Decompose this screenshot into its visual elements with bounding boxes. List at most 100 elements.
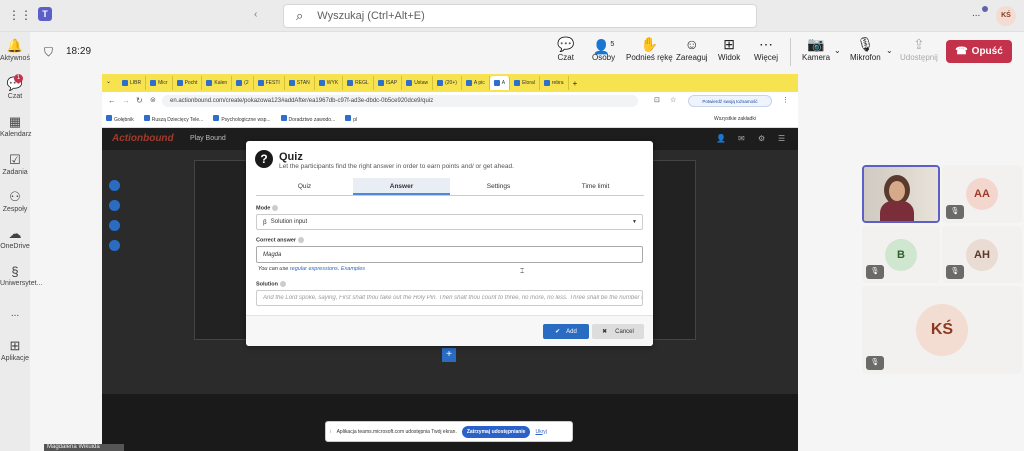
tab-search-icon[interactable]: ⌄: [106, 78, 111, 85]
browser-tab[interactable]: LIBR: [118, 76, 147, 90]
correct-answer-input[interactable]: Magda: [256, 246, 643, 263]
rail-item-apps[interactable]: ⊞ Aplikacje: [0, 338, 30, 362]
tool-circle-icon[interactable]: [109, 220, 120, 231]
browser-tab[interactable]: WYK: [315, 76, 344, 90]
reload-icon[interactable]: ↻: [136, 96, 143, 105]
search-input[interactable]: ⌕ Wyszukaj (Ctrl+Alt+E): [283, 4, 757, 28]
mode-select[interactable]: ꞵ Solution input ▼: [256, 214, 643, 230]
tab-time-limit[interactable]: Time limit: [547, 178, 644, 195]
participant-tile-self[interactable]: KŚ 🎙: [862, 286, 1022, 374]
people-button[interactable]: 👤5 Osoby: [592, 36, 615, 62]
chat-button[interactable]: 💬 Czat: [557, 36, 574, 62]
raise-hand-button[interactable]: ✋ Podnieś rękę: [626, 36, 673, 62]
tab-quiz[interactable]: Quiz: [256, 178, 353, 195]
add-element-icon[interactable]: +: [442, 348, 456, 362]
browser-tab[interactable]: ISAP: [374, 76, 403, 90]
browser-tab[interactable]: STAN: [285, 76, 315, 90]
browser-tab[interactable]: (20+): [433, 76, 462, 90]
bookmark-item[interactable]: Doradztwo zawodo...: [280, 114, 335, 123]
react-button[interactable]: ☺ Zareaguj: [676, 36, 708, 62]
participant-tile-aa[interactable]: AA 🎙: [942, 165, 1022, 223]
site-info-icon[interactable]: ⊜: [150, 96, 156, 104]
user-icon[interactable]: 👤: [716, 134, 726, 143]
more-options-icon[interactable]: ...: [972, 8, 980, 19]
phone-hangup-icon: ☎: [955, 46, 968, 57]
tab-answer[interactable]: Answer: [353, 178, 450, 195]
browser-tab[interactable]: Kalen: [202, 76, 233, 90]
browser-tab[interactable]: REGL: [343, 76, 374, 90]
rail-item-calendar[interactable]: ▦ Kalendarz: [0, 114, 32, 138]
bookmark-item[interactable]: Gołębnik: [106, 114, 134, 123]
info-icon[interactable]: [280, 281, 286, 287]
cancel-button[interactable]: ✖ Cancel: [592, 324, 644, 339]
leave-button[interactable]: ☎ Opuść: [946, 40, 1012, 63]
participant-tile-ah[interactable]: AH 🎙: [942, 226, 1022, 283]
participant-avatar: AA: [966, 178, 998, 210]
translate-icon[interactable]: ⊡: [654, 96, 660, 104]
back-arrow-icon[interactable]: ‹: [254, 9, 257, 20]
rail-item-more[interactable]: ...: [0, 308, 30, 319]
bookmark-item[interactable]: pl: [345, 114, 357, 123]
user-avatar[interactable]: KŚ: [996, 6, 1016, 26]
camera-options-chevron-icon[interactable]: ⌄: [834, 46, 841, 55]
browser-tab[interactable]: FESTI: [254, 76, 285, 90]
hide-link[interactable]: Ukryj: [535, 429, 546, 435]
browser-tab[interactable]: Micr: [146, 76, 173, 90]
tool-circle-icon[interactable]: [109, 240, 120, 251]
quiz-tabs: Quiz Answer Settings Time limit: [256, 178, 644, 196]
info-icon[interactable]: [272, 205, 279, 211]
favicon-icon: [465, 80, 472, 86]
mic-button[interactable]: 🎙 Mikrofon: [850, 36, 881, 62]
mic-options-chevron-icon[interactable]: ⌄: [886, 46, 893, 55]
forward-icon[interactable]: →: [122, 96, 130, 105]
new-tab-icon[interactable]: +: [569, 79, 582, 88]
share-button[interactable]: ⇪ Udostępnij: [900, 36, 938, 62]
settings-icon[interactable]: ⚙: [758, 134, 765, 143]
rail-item-chat[interactable]: 💬 1 Czat: [0, 74, 30, 100]
back-icon[interactable]: ←: [108, 96, 116, 105]
browser-tab[interactable]: Eloral: [510, 76, 540, 90]
rail-item-onedrive[interactable]: ☁ OneDrive: [0, 226, 30, 250]
browser-menu-icon[interactable]: ⋮: [782, 96, 789, 104]
rail-item-university[interactable]: § Uniwersytet...: [0, 264, 42, 287]
browser-tab[interactable]: Ustaw: [402, 76, 434, 90]
regex-hint: You can use regular expressions. Example…: [258, 266, 366, 272]
camera-button[interactable]: 📷 Kamera: [802, 36, 830, 62]
browser-tab[interactable]: A pic: [462, 76, 490, 90]
bookmark-star-icon[interactable]: ☆: [670, 96, 676, 104]
url-field[interactable]: en.actionbound.com/create/pokazowa123#ad…: [162, 95, 638, 107]
add-button[interactable]: ✔ Add: [543, 324, 589, 339]
tab-settings[interactable]: Settings: [450, 178, 547, 195]
rail-item-tasks[interactable]: ☑ Zadania: [0, 152, 30, 176]
rail-item-teams[interactable]: ⚇ Zespoły: [0, 189, 30, 213]
bookmark-item[interactable]: Psychologiczne wsp...: [213, 114, 271, 123]
mouse-cursor-icon: ⌶: [520, 268, 525, 275]
browser-tab[interactable]: A: [489, 76, 511, 90]
participant-tile-b[interactable]: B 🎙: [862, 226, 940, 283]
browser-tab[interactable]: Pocht: [173, 76, 203, 90]
all-bookmarks-link[interactable]: Wszystkie zakładki: [714, 116, 756, 122]
bookmark-item[interactable]: Ruszą Dziecięcy Tele...: [143, 114, 203, 123]
participant-video-tile[interactable]: [862, 165, 940, 223]
info-icon[interactable]: [298, 237, 305, 243]
solution-input[interactable]: And the Lord spoke, saying, First shalt …: [256, 290, 643, 306]
browser-tab[interactable]: rebra: [540, 76, 569, 90]
app-grid-icon[interactable]: ⋮⋮: [8, 8, 32, 22]
browser-tab[interactable]: (2: [232, 76, 254, 90]
favicon-icon: [437, 80, 444, 86]
inbox-icon[interactable]: ✉: [738, 134, 745, 143]
more-icon: ⋯: [759, 36, 773, 52]
more-button[interactable]: ⋯ Więcej: [754, 36, 778, 62]
view-button[interactable]: ⊞ Widok: [718, 36, 740, 62]
regex-link[interactable]: regular expressions: [290, 266, 338, 272]
tool-circle-icon[interactable]: [109, 180, 120, 191]
stop-sharing-button[interactable]: Zatrzymaj udostępnianie: [461, 425, 531, 438]
menu-icon[interactable]: ☰: [778, 134, 785, 143]
favicon-icon: [257, 80, 264, 86]
examples-link[interactable]: Examples: [341, 266, 365, 272]
tool-circle-icon[interactable]: [109, 200, 120, 211]
browser-tab-strip: ⌄ LIBR Micr Pocht Kalen (2 FESTI STAN WYK REGL ISA…: [102, 74, 798, 92]
verify-identity-button[interactable]: Potwierdź swoją tożsamość: [688, 95, 772, 107]
rail-item-activity[interactable]: 🔔 Aktywność: [0, 38, 33, 62]
play-bound-link[interactable]: Play Bound: [190, 135, 226, 142]
